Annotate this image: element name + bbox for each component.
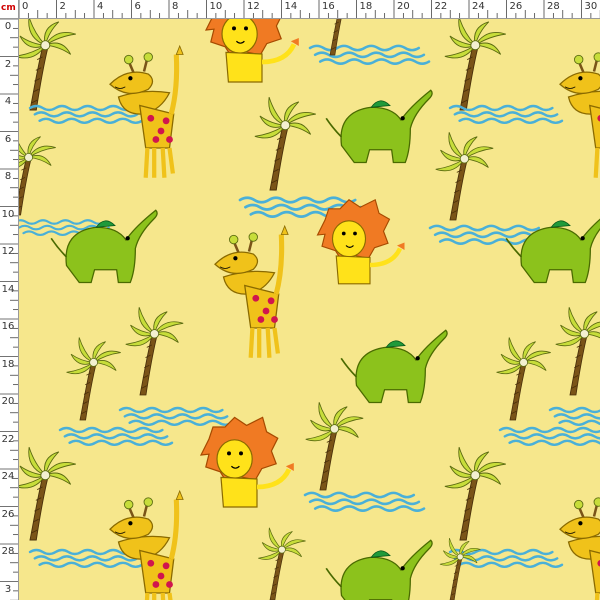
elephant <box>340 329 448 404</box>
palm-tree <box>19 132 56 216</box>
palm-tree <box>435 132 494 221</box>
ruler-label-y: 3 <box>4 583 12 595</box>
elephant <box>505 218 600 284</box>
ruler-label-y: 12 <box>1 246 15 257</box>
water-waves <box>118 406 234 426</box>
palm-tree <box>496 337 551 421</box>
ruler-unit-corner: cm <box>0 0 19 19</box>
ruler-label-x: 16 <box>322 1 335 12</box>
elephant <box>325 89 433 164</box>
ruler-label-x: 4 <box>97 1 104 12</box>
giraffe <box>559 497 600 600</box>
ruler-label-y: 14 <box>1 283 15 295</box>
ruler-label-y: 2 <box>4 58 12 70</box>
palm-tree <box>125 307 184 396</box>
ruler-label-y: 16 <box>1 321 15 332</box>
palm-tree <box>19 447 76 541</box>
fabric-pattern-canvas <box>19 19 600 600</box>
ruler-label-x: 28 <box>547 1 560 12</box>
water-waves <box>308 44 431 65</box>
ruler-label-y: 28 <box>1 546 15 557</box>
ruler-label-y: 6 <box>4 133 12 145</box>
ruler-label-x: 6 <box>134 1 141 12</box>
giraffe <box>559 52 600 178</box>
giraffe <box>214 224 289 358</box>
palm-tree <box>555 307 600 396</box>
ruler-label-x: 0 <box>22 1 29 12</box>
palm-tree <box>66 337 121 421</box>
pattern-svg <box>19 19 600 600</box>
elephant <box>325 539 433 600</box>
ruler-label-y: 8 <box>4 171 12 182</box>
ruler-label-y: 26 <box>1 508 15 520</box>
giraffe <box>109 489 184 600</box>
lion <box>204 19 299 83</box>
water-waves <box>498 426 600 446</box>
ruler-label-y: 18 <box>1 358 15 370</box>
ruler-label-x: 12 <box>247 1 260 12</box>
palm-tree <box>444 447 506 541</box>
ruler-label-x: 14 <box>284 1 298 12</box>
ruler-label-y: 20 <box>1 396 15 407</box>
ruler-label-x: 24 <box>472 1 485 12</box>
water-waves <box>303 491 426 512</box>
ruler-unit-label: cm <box>1 3 16 13</box>
palm-tree <box>444 19 506 111</box>
ruler-label-x: 20 <box>397 1 410 12</box>
palm-tree <box>439 538 481 600</box>
lion <box>316 198 405 285</box>
ruler-vertical: 0 2 4 6 8 10 12 14 16 18 20 22 24 26 28 3 <box>0 0 19 600</box>
ruler-label-y: 4 <box>4 96 12 107</box>
ruler-label-x: 26 <box>509 1 523 12</box>
palm-tree <box>305 402 364 491</box>
water-waves <box>548 406 600 426</box>
ruler-label-x: 30 <box>584 1 598 12</box>
ruler-label-y: 10 <box>1 208 15 220</box>
ruler-horizontal: 0 2 4 6 8 10 12 14 16 18 20 22 24 26 28 30 <box>0 0 600 19</box>
ruler-label-y: 0 <box>4 21 12 32</box>
ruler-label-x: 22 <box>434 1 448 12</box>
palm-tree <box>258 527 306 600</box>
palm-tree <box>254 97 316 191</box>
ruler-label-x: 8 <box>172 1 179 12</box>
ruler-label-x: 2 <box>59 1 66 12</box>
ruler-label-x: 18 <box>359 1 373 12</box>
lion <box>199 416 294 508</box>
water-waves <box>58 426 174 446</box>
palm-tree <box>19 19 76 111</box>
ruler-label-y: 22 <box>1 433 15 445</box>
water-waves <box>448 104 564 124</box>
ruler-label-x: 10 <box>209 1 223 12</box>
ruler-label-y: 24 <box>1 471 15 482</box>
